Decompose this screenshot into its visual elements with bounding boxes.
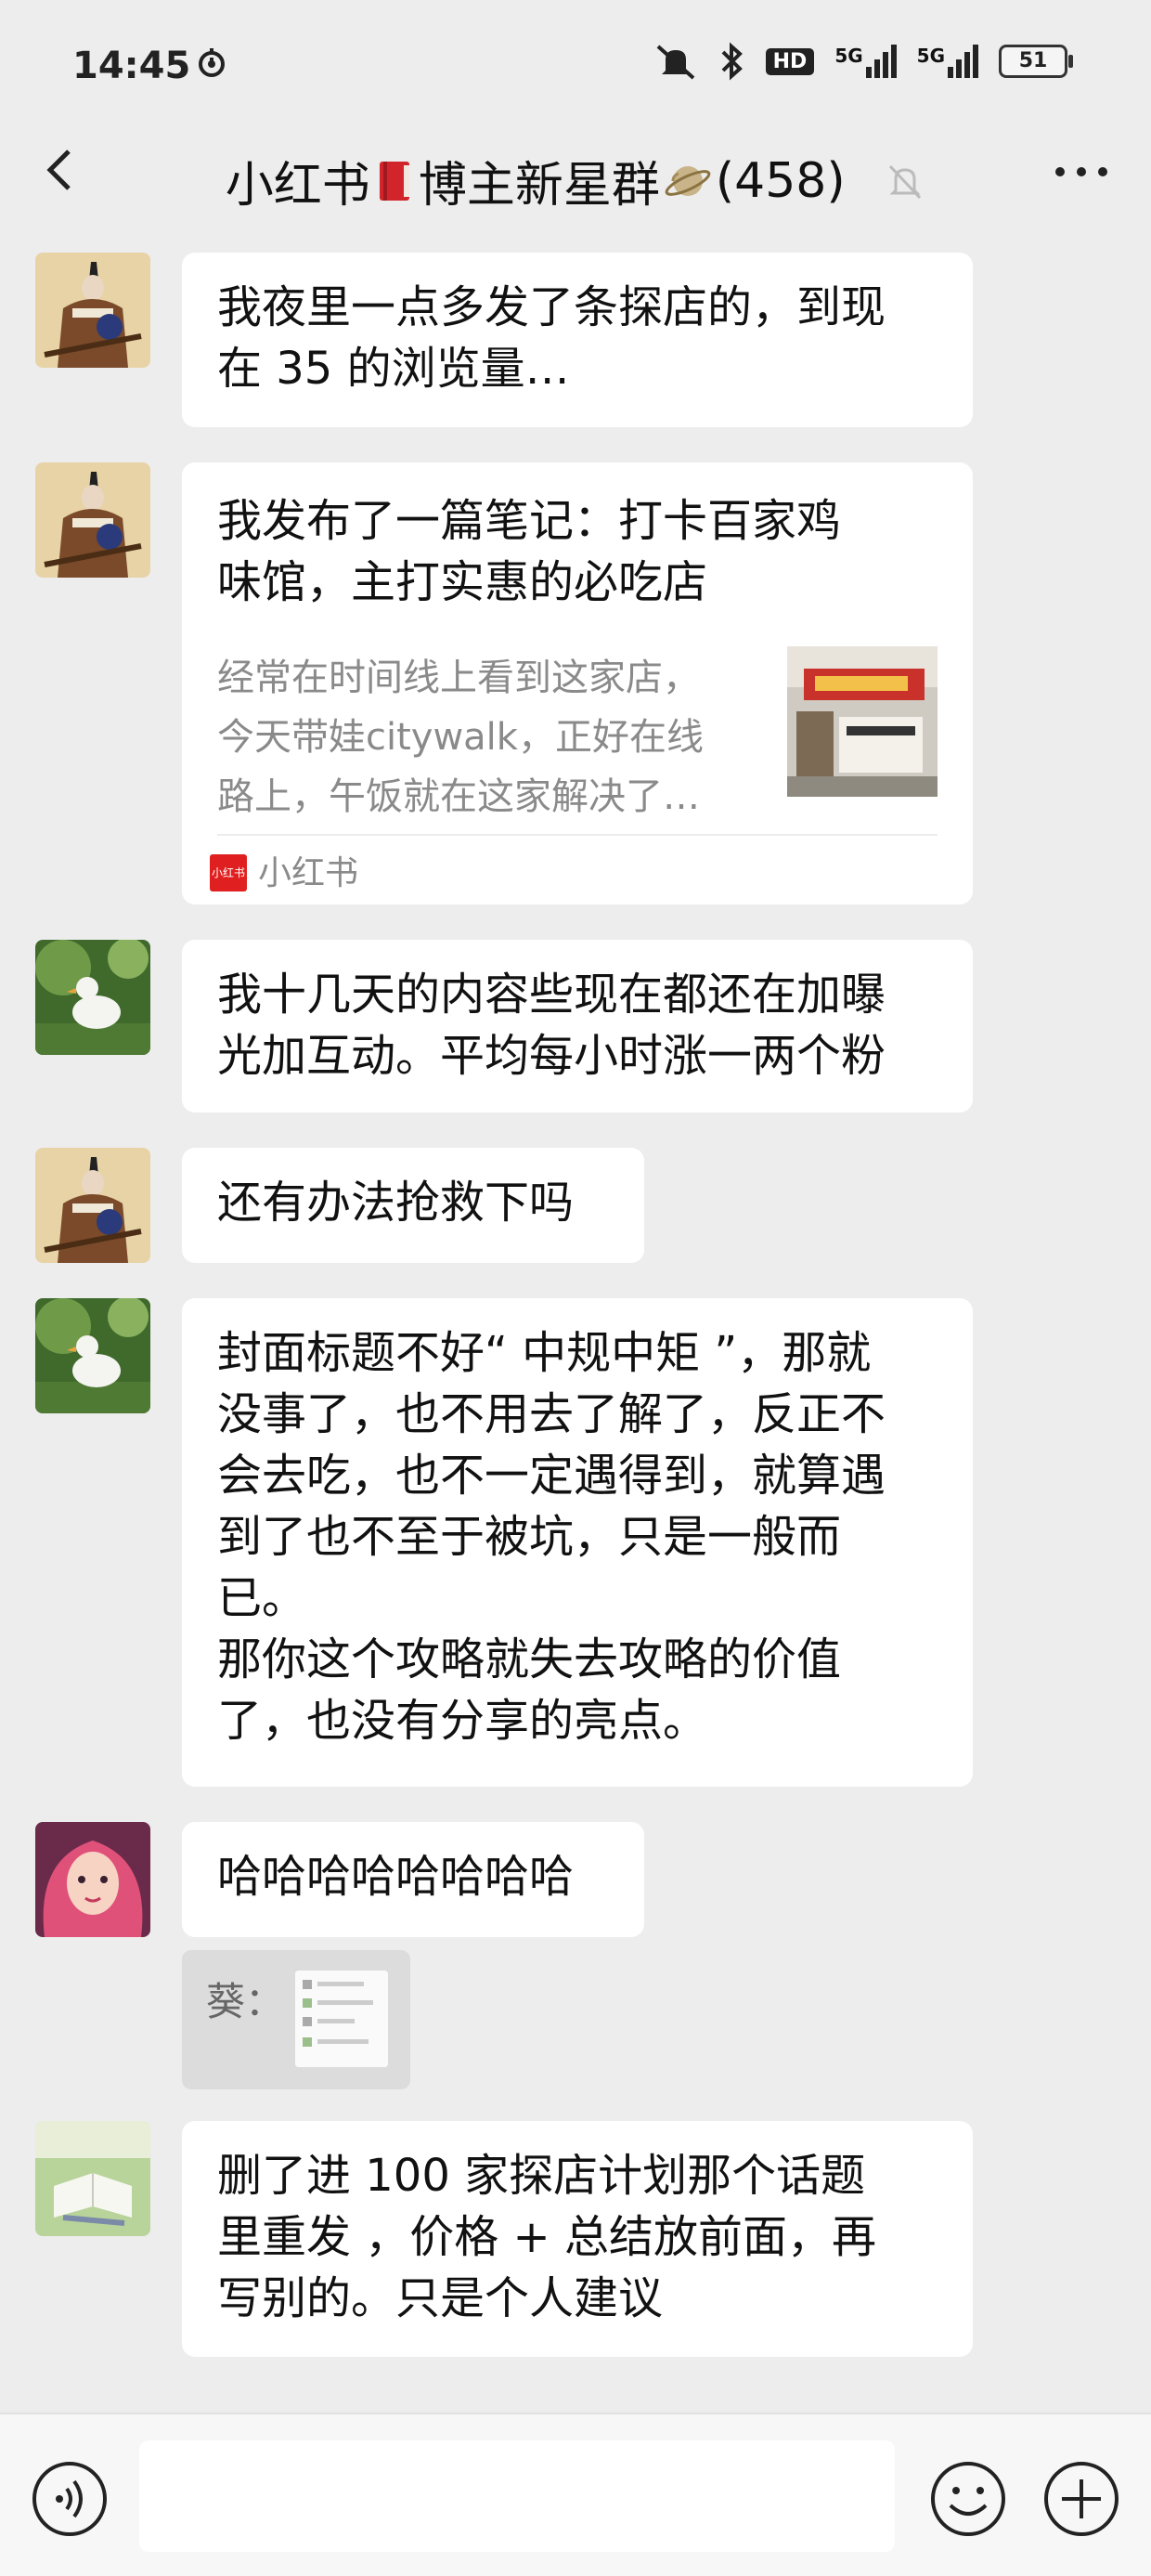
message-input[interactable]	[139, 2440, 895, 2552]
member-count: (458)	[715, 152, 846, 209]
avatar-girl[interactable]	[35, 1822, 150, 1937]
card-thumbnail	[787, 646, 938, 797]
more-icon[interactable]	[1049, 153, 1114, 190]
status-bar: 14:45 HD 5G 5G 51	[0, 0, 1151, 135]
card-description: 经常在时间线上看到这家店， 今天带娃citywalk，正好在线 路上，午饭就在这…	[217, 657, 704, 818]
voice-icon[interactable]	[30, 2459, 110, 2539]
plus-icon[interactable]	[1041, 2459, 1121, 2539]
message-bubble[interactable]: 删了进 100 家探店计划那个话题 里重发 ，价格 + 总结放前面，再 写别的。…	[182, 2121, 973, 2357]
signal-5g-1: 5G	[834, 45, 897, 78]
quoted-message[interactable]: 葵：	[182, 1950, 410, 2089]
card-source: 小红书	[258, 854, 359, 892]
chat-header: 小红书 博主新星群 (458)	[0, 135, 1151, 246]
bluetooth-icon	[721, 42, 743, 81]
sync-icon	[199, 48, 225, 77]
avatar-book[interactable]	[35, 2121, 150, 2236]
avatar-duck[interactable]	[35, 1298, 150, 1413]
shared-note-card[interactable]: 我发布了一篇笔记：打卡百家鸡 味馆，主打实惠的必吃店 经常在时间线上看到这家店，…	[182, 462, 973, 904]
book-emoji-icon	[379, 161, 409, 201]
card-title: 我发布了一篇笔记：打卡百家鸡 味馆，主打实惠的必吃店	[217, 495, 842, 608]
quote-thumbnail	[295, 1971, 388, 2067]
avatar-duck[interactable]	[35, 940, 150, 1055]
avatar-samurai[interactable]	[35, 1148, 150, 1263]
avatar-samurai[interactable]	[35, 462, 150, 578]
planet-emoji-icon	[665, 165, 711, 196]
quote-sender: 葵：	[206, 1979, 285, 2024]
message-bubble[interactable]: 我夜里一点多发了条探店的，到现 在 35 的浏览量…	[182, 253, 973, 427]
signal-5g-2: 5G	[917, 45, 978, 78]
title-suffix: 博主新星群	[418, 158, 660, 214]
message-bubble[interactable]: 我十几天的内容些现在都还在加曝 光加互动。平均每小时涨一两个粉	[182, 940, 973, 1112]
card-divider	[217, 834, 938, 836]
title-text: 小红书	[225, 158, 370, 214]
message-bubble[interactable]: 哈哈哈哈哈哈哈哈	[182, 1822, 644, 1937]
message-bubble[interactable]: 还有办法抢救下吗	[182, 1148, 644, 1263]
avatar-samurai[interactable]	[35, 253, 150, 368]
xiaohongshu-logo-icon: 小红书	[210, 854, 247, 891]
mute-vibrate-icon	[656, 45, 694, 80]
status-time: 14:45	[72, 45, 191, 87]
chat-title: 小红书 博主新星群 (458)	[0, 146, 1151, 215]
message-bubble[interactable]: 封面标题不好“ 中规中矩 ”，那就 没事了，也不用去了解了，反正不 会去吃，也不…	[182, 1298, 973, 1787]
input-bar	[0, 2413, 1151, 2576]
emoji-icon[interactable]	[928, 2459, 1008, 2539]
hd-badge: HD	[765, 47, 815, 75]
battery-indicator: 51	[999, 45, 1073, 78]
mute-bell-icon	[889, 164, 922, 199]
